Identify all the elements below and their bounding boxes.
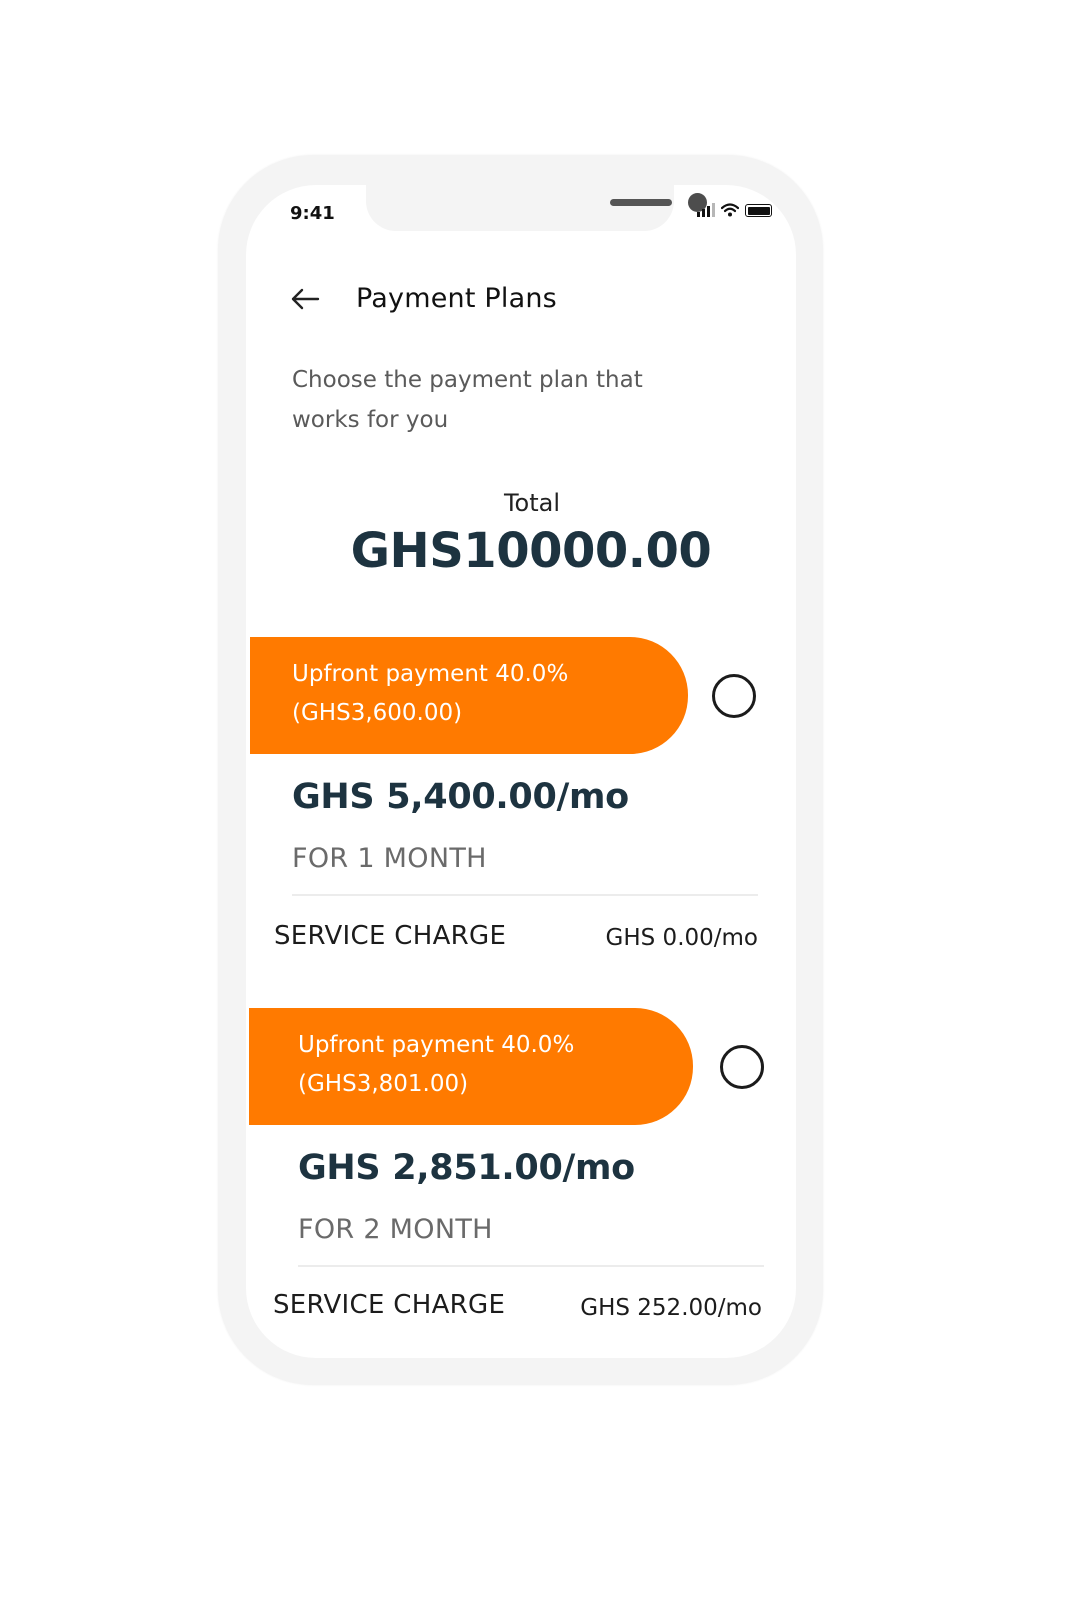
- plan-divider: [292, 894, 758, 896]
- upfront-percent: Upfront payment 40.0%: [298, 1032, 575, 1058]
- upfront-payment-banner: Upfront payment 40.0% (GHS3,801.00): [249, 1008, 693, 1125]
- total-label: Total: [503, 489, 561, 517]
- service-charge-value: GHS 252.00/mo: [580, 1295, 762, 1321]
- service-charge-value: GHS 0.00/mo: [605, 925, 758, 951]
- header: Payment Plans: [290, 283, 557, 314]
- plan-duration: FOR 1 MONTH: [292, 843, 487, 874]
- plan-card[interactable]: Upfront payment 40.0% (GHS3,801.00) GHS …: [246, 1008, 796, 1338]
- upfront-percent: Upfront payment 40.0%: [292, 661, 569, 687]
- upfront-amount: (GHS3,600.00): [292, 700, 463, 726]
- page-title: Payment Plans: [356, 283, 557, 314]
- plan-card[interactable]: Upfront payment 40.0% (GHS3,600.00) GHS …: [246, 637, 796, 957]
- arrow-left-icon[interactable]: [290, 287, 320, 311]
- plan-monthly-amount: GHS 2,851.00/mo: [298, 1148, 635, 1188]
- speaker-grille: [610, 199, 672, 206]
- plan-divider: [298, 1265, 764, 1267]
- upfront-amount: (GHS3,801.00): [298, 1071, 469, 1097]
- battery-icon: [745, 204, 772, 217]
- plan-duration: FOR 2 MONTH: [298, 1214, 493, 1245]
- service-charge-label: SERVICE CHARGE: [274, 921, 507, 951]
- service-charge-label: SERVICE CHARGE: [273, 1290, 506, 1320]
- page-subtitle: Choose the payment plan that works for y…: [292, 367, 643, 433]
- upfront-payment-banner: Upfront payment 40.0% (GHS3,600.00): [250, 637, 688, 754]
- plan-radio-button[interactable]: [712, 674, 756, 718]
- status-icons: [697, 203, 772, 217]
- total-amount: GHS10000.00: [350, 523, 712, 579]
- signal-icon: [697, 203, 715, 217]
- plan-monthly-amount: GHS 5,400.00/mo: [292, 777, 629, 817]
- phone-screen: 9:41 Payment Plans Choose the payment pl…: [246, 185, 796, 1358]
- status-time: 9:41: [290, 203, 335, 224]
- plan-radio-button[interactable]: [720, 1045, 764, 1089]
- phone-notch: [366, 185, 707, 231]
- wifi-icon: [721, 203, 739, 217]
